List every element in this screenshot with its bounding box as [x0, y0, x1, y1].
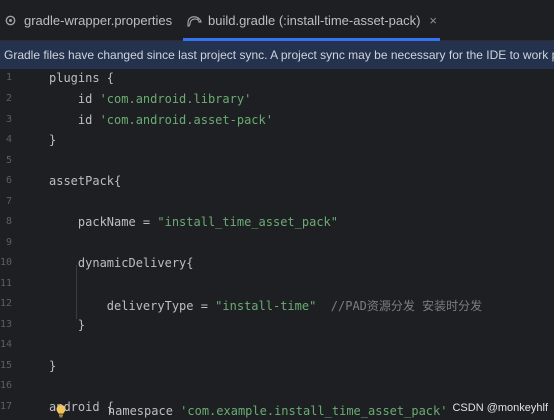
- code-line: namespace 'com.example.install_time_asse…: [79, 404, 448, 418]
- line-number: 9: [5, 237, 12, 248]
- code-line: }: [49, 318, 86, 332]
- line-number: 17: [0, 401, 13, 412]
- tab-label: build.gradle (:install-time-asset-pack): [208, 12, 421, 28]
- close-icon[interactable]: ×: [429, 13, 437, 28]
- line-number: 6: [5, 175, 12, 186]
- line-number: 16: [0, 380, 13, 391]
- line-number: 1: [5, 72, 12, 83]
- code-line: }: [49, 133, 57, 147]
- line-number: 15: [0, 360, 13, 371]
- line-number: 7: [5, 196, 12, 207]
- gear-icon: [2, 12, 18, 28]
- line-number: 3: [5, 114, 12, 125]
- line-number-gutter: 1 2 3 4 5 6 7 8 9 10 11 12 13 14 15 16 1…: [0, 69, 40, 420]
- code-editor[interactable]: 1 2 3 4 5 6 7 8 9 10 11 12 13 14 15 16 1…: [0, 69, 554, 420]
- tab-label: gradle-wrapper.properties: [24, 12, 173, 28]
- banner-text: Gradle files have changed since last pro…: [4, 48, 554, 62]
- line-number: 4: [5, 134, 12, 145]
- code-line: }: [49, 359, 57, 373]
- code-line: id 'com.android.library': [49, 92, 252, 106]
- editor-tab-bar: gradle-wrapper.properties build.gradle (…: [0, 0, 554, 41]
- lightbulb-icon[interactable]: [55, 404, 67, 418]
- gradle-elephant-icon: [186, 12, 202, 28]
- line-number: 5: [5, 155, 12, 166]
- code-line: dynamicDelivery{: [49, 256, 194, 270]
- line-number: 11: [0, 278, 13, 289]
- code-line: assetPack{: [49, 174, 122, 188]
- watermark-text: CSDN @monkeyhlf: [452, 402, 548, 414]
- line-number: 2: [5, 93, 12, 104]
- line-number: 8: [5, 216, 12, 227]
- code-line: deliveryType = "install-time" //PAD资源分发 …: [49, 299, 483, 313]
- code-line: id 'com.android.asset-pack': [49, 113, 273, 127]
- tab-build-gradle[interactable]: build.gradle (:install-time-asset-pack) …: [183, 0, 441, 41]
- line-number: 14: [0, 339, 13, 350]
- line-number: 12: [0, 298, 13, 309]
- tab-gradle-wrapper-properties[interactable]: gradle-wrapper.properties: [0, 0, 172, 40]
- code-line: packName = "install_time_asset_pack": [49, 215, 338, 229]
- line-number: 13: [0, 319, 13, 330]
- sync-notification-banner: Gradle files have changed since last pro…: [0, 41, 554, 69]
- code-line: plugins {: [49, 71, 115, 85]
- line-number: 10: [0, 257, 13, 268]
